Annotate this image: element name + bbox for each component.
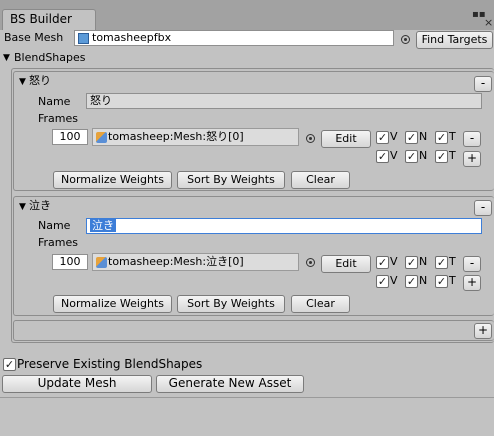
normal-label: N bbox=[419, 149, 428, 162]
normal-checkbox[interactable]: ✓ bbox=[405, 256, 418, 269]
object-picker-icon[interactable] bbox=[401, 35, 410, 44]
vertex-checkbox[interactable]: ✓ bbox=[376, 150, 389, 163]
item-fold-icon[interactable]: ▼ bbox=[19, 200, 26, 214]
close-icon[interactable]: × bbox=[484, 16, 493, 29]
remove-blendshape-button[interactable]: - bbox=[474, 200, 492, 216]
frames-label: Frames bbox=[38, 112, 79, 125]
base-mesh-field[interactable]: tomasheepfbx bbox=[74, 30, 394, 46]
name-field[interactable]: 怒り bbox=[86, 93, 482, 109]
frame-weight-field[interactable]: 100 bbox=[52, 254, 88, 270]
tangent-label: T bbox=[449, 255, 456, 268]
tangent-checkbox[interactable]: ✓ bbox=[435, 256, 448, 269]
clear-button[interactable]: Clear bbox=[291, 171, 350, 189]
edit-button[interactable]: Edit bbox=[321, 130, 371, 148]
tangent-label: T bbox=[449, 274, 456, 287]
footer-divider bbox=[0, 397, 494, 398]
tangent-checkbox[interactable]: ✓ bbox=[435, 150, 448, 163]
normal-label: N bbox=[419, 130, 428, 143]
normal-checkbox[interactable]: ✓ bbox=[405, 150, 418, 163]
tangent-label: T bbox=[449, 130, 456, 143]
sort-by-weights-button[interactable]: Sort By Weights bbox=[177, 295, 285, 313]
name-field[interactable]: 泣き bbox=[86, 218, 482, 234]
frame-mesh-field[interactable]: tomasheep:Mesh:泣き[0] bbox=[92, 253, 299, 271]
item-fold-icon[interactable]: ▼ bbox=[19, 75, 26, 89]
vertex-label: V bbox=[390, 274, 398, 287]
update-mesh-button[interactable]: Update Mesh bbox=[2, 375, 152, 393]
add-blendshape-row bbox=[13, 320, 494, 341]
base-mesh-value: tomasheepfbx bbox=[92, 31, 172, 44]
blendshapes-fold-icon[interactable]: ▼ bbox=[3, 51, 10, 65]
name-value: 怒り bbox=[90, 94, 112, 107]
frame-mesh-value: tomasheep:Mesh:泣き[0] bbox=[108, 255, 244, 268]
clear-button[interactable]: Clear bbox=[291, 295, 350, 313]
normal-checkbox[interactable]: ✓ bbox=[405, 131, 418, 144]
item-title: 怒り bbox=[29, 74, 51, 87]
frame-weight-field[interactable]: 100 bbox=[52, 129, 88, 145]
name-label: Name bbox=[38, 219, 71, 232]
add-blendshape-button[interactable]: + bbox=[474, 323, 492, 339]
frames-label: Frames bbox=[38, 236, 79, 249]
normal-label: N bbox=[419, 274, 428, 287]
normal-label: N bbox=[419, 255, 428, 268]
window-tab-title: BS Builder bbox=[10, 12, 72, 26]
window-tab[interactable]: BS Builder bbox=[2, 9, 96, 30]
normalize-weights-button[interactable]: Normalize Weights bbox=[53, 295, 172, 313]
item-title: 泣き bbox=[29, 199, 51, 212]
vertex-checkbox[interactable]: ✓ bbox=[376, 256, 389, 269]
name-label: Name bbox=[38, 95, 71, 108]
remove-blendshape-button[interactable]: - bbox=[474, 76, 492, 92]
normalize-weights-button[interactable]: Normalize Weights bbox=[53, 171, 172, 189]
normal-checkbox[interactable]: ✓ bbox=[405, 275, 418, 288]
vertex-label: V bbox=[390, 255, 398, 268]
frame-mesh-field[interactable]: tomasheep:Mesh:怒り[0] bbox=[92, 128, 299, 146]
preserve-blendshapes-checkbox[interactable]: ✓ bbox=[3, 358, 16, 371]
mesh-icon bbox=[96, 257, 107, 268]
tangent-checkbox[interactable]: ✓ bbox=[435, 275, 448, 288]
sort-by-weights-button[interactable]: Sort By Weights bbox=[177, 171, 285, 189]
tangent-checkbox[interactable]: ✓ bbox=[435, 131, 448, 144]
preserve-blendshapes-label: Preserve Existing BlendShapes bbox=[17, 357, 203, 371]
generate-new-asset-button[interactable]: Generate New Asset bbox=[156, 375, 304, 393]
name-value: 泣き bbox=[90, 219, 116, 232]
remove-frame-button[interactable]: - bbox=[463, 256, 481, 272]
blendshapes-header: BlendShapes bbox=[14, 51, 86, 64]
edit-button[interactable]: Edit bbox=[321, 255, 371, 273]
add-frame-button[interactable]: + bbox=[463, 275, 481, 291]
vertex-checkbox[interactable]: ✓ bbox=[376, 275, 389, 288]
base-mesh-label: Base Mesh bbox=[4, 31, 64, 44]
remove-frame-button[interactable]: - bbox=[463, 131, 481, 147]
frame-mesh-value: tomasheep:Mesh:怒り[0] bbox=[108, 130, 244, 143]
vertex-label: V bbox=[390, 130, 398, 143]
vertex-checkbox[interactable]: ✓ bbox=[376, 131, 389, 144]
object-picker-icon[interactable] bbox=[306, 134, 315, 143]
object-picker-icon[interactable] bbox=[306, 258, 315, 267]
add-frame-button[interactable]: + bbox=[463, 151, 481, 167]
frame-weight-value: 100 bbox=[59, 130, 81, 143]
frame-weight-value: 100 bbox=[59, 255, 81, 268]
mesh-icon bbox=[96, 132, 107, 143]
vertex-label: V bbox=[390, 149, 398, 162]
mesh-asset-icon bbox=[78, 33, 89, 44]
tangent-label: T bbox=[449, 149, 456, 162]
find-targets-button[interactable]: Find Targets bbox=[416, 31, 493, 49]
